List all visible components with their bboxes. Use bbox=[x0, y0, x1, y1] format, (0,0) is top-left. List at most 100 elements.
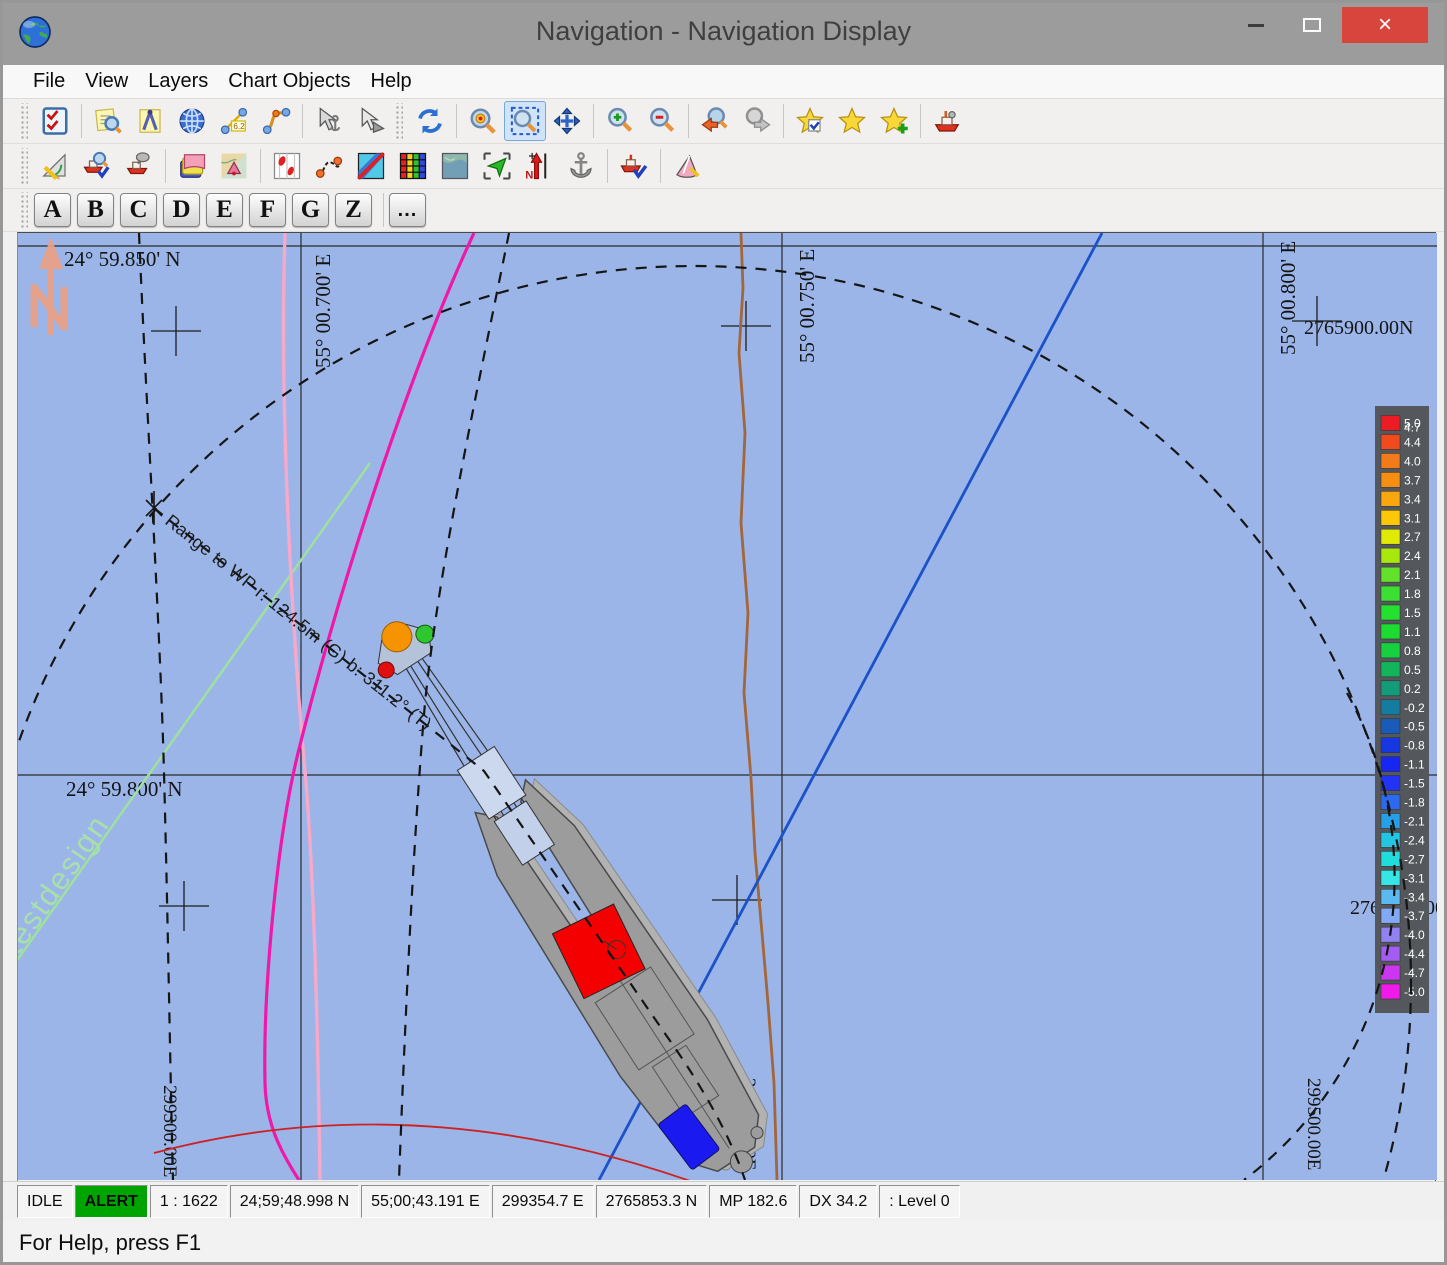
legend-value: -4.4 bbox=[1404, 947, 1425, 961]
track-history-button[interactable] bbox=[308, 146, 350, 186]
legend-value: 2.4 bbox=[1404, 549, 1421, 563]
legend-value: -2.4 bbox=[1404, 833, 1425, 847]
menu-layers[interactable]: Layers bbox=[138, 70, 218, 93]
toolbar-letter-layers: ABCDEFGZ... bbox=[3, 189, 1444, 232]
toolbar-separator bbox=[920, 104, 921, 138]
task-checklist-button[interactable] bbox=[34, 101, 76, 141]
toolbar-grip[interactable] bbox=[19, 148, 28, 184]
window-title: Navigation - Navigation Display bbox=[3, 16, 1444, 47]
vessel-monitor-button[interactable] bbox=[926, 101, 968, 141]
curve-track-button[interactable] bbox=[255, 101, 297, 141]
zoom-out-button[interactable] bbox=[641, 101, 683, 141]
legend-swatch bbox=[1381, 984, 1400, 999]
notes-search-button[interactable] bbox=[87, 101, 129, 141]
find-target-icon bbox=[468, 106, 498, 136]
layer-button-d[interactable]: D bbox=[163, 193, 200, 227]
toolbar-separator bbox=[593, 104, 594, 138]
help-text: For Help, press F1 bbox=[19, 1230, 201, 1256]
legend-value: -3.1 bbox=[1404, 871, 1425, 885]
menu-help[interactable]: Help bbox=[361, 70, 422, 93]
menu-view[interactable]: View bbox=[75, 70, 138, 93]
legend-swatch bbox=[1381, 870, 1400, 885]
layer-button-z[interactable]: Z bbox=[335, 193, 372, 227]
layer-button-b[interactable]: B bbox=[77, 193, 114, 227]
north-arrow-button[interactable]: N bbox=[518, 146, 560, 186]
maximize-button[interactable] bbox=[1292, 7, 1332, 43]
cursor-select-button[interactable] bbox=[350, 101, 392, 141]
lon-label-2: 55° 00.750' E bbox=[795, 249, 819, 363]
minimize-button[interactable] bbox=[1236, 7, 1276, 43]
legend-value: -0.2 bbox=[1404, 701, 1425, 715]
measure-distance-button[interactable]: 6.2 bbox=[213, 101, 255, 141]
legend-swatch bbox=[1381, 757, 1400, 772]
layer-button-g[interactable]: G bbox=[292, 193, 329, 227]
color-matrix-button[interactable] bbox=[392, 146, 434, 186]
dividers-button[interactable] bbox=[129, 101, 171, 141]
next-view-icon bbox=[742, 106, 772, 136]
layer-button-c[interactable]: C bbox=[120, 193, 157, 227]
favorite-check-button[interactable] bbox=[789, 101, 831, 141]
minimize-icon bbox=[1248, 24, 1264, 27]
pan-button[interactable] bbox=[546, 101, 588, 141]
close-button[interactable]: × bbox=[1342, 7, 1428, 43]
legend-value: 3.7 bbox=[1404, 473, 1421, 487]
find-target-button[interactable] bbox=[462, 101, 504, 141]
profile-cone-button[interactable] bbox=[666, 146, 708, 186]
toolbar-grip[interactable] bbox=[19, 192, 28, 228]
survey-vessel-sonar-button[interactable] bbox=[118, 146, 160, 186]
vessel-monitor-icon bbox=[932, 106, 962, 136]
protractor-edit-button[interactable] bbox=[34, 146, 76, 186]
route-points-button[interactable] bbox=[266, 146, 308, 186]
favorite-button[interactable] bbox=[831, 101, 873, 141]
legend-value: -4.7 bbox=[1404, 966, 1425, 980]
chart-area[interactable]: 24° 59.850' N 24° 59.800' N 55° 00.700' … bbox=[17, 232, 1436, 1181]
toolbar-separator bbox=[383, 193, 384, 227]
legend-value: -3.7 bbox=[1404, 909, 1425, 923]
pan-icon bbox=[552, 106, 582, 136]
cursor-anchor-button[interactable] bbox=[308, 101, 350, 141]
bathy-diagonal-button[interactable] bbox=[350, 146, 392, 186]
legend-swatch bbox=[1381, 586, 1400, 601]
legend-value: -2.7 bbox=[1404, 852, 1425, 866]
close-icon: × bbox=[1378, 11, 1392, 39]
status-mode: IDLE bbox=[17, 1185, 73, 1218]
survey-vessel-search-button[interactable] bbox=[76, 146, 118, 186]
north-arrow-icon: N bbox=[524, 151, 554, 181]
toolbar-separator bbox=[302, 104, 303, 138]
legend-swatch bbox=[1381, 908, 1400, 923]
layer-more-button[interactable]: ... bbox=[389, 193, 426, 227]
legend-swatch bbox=[1381, 434, 1400, 449]
menu-chart-objects[interactable]: Chart Objects bbox=[218, 70, 360, 93]
favorite-add-button[interactable] bbox=[873, 101, 915, 141]
layer-button-f[interactable]: F bbox=[249, 193, 286, 227]
layer-button-e[interactable]: E bbox=[206, 193, 243, 227]
legend-value: -1.1 bbox=[1404, 758, 1425, 772]
title-bar[interactable]: Navigation - Navigation Display × bbox=[3, 3, 1444, 65]
anchor-button[interactable] bbox=[560, 146, 602, 186]
previous-view-button[interactable] bbox=[694, 101, 736, 141]
chart-mountain-button[interactable] bbox=[213, 146, 255, 186]
toolbar-grip[interactable] bbox=[394, 103, 403, 139]
next-view-button[interactable] bbox=[736, 101, 778, 141]
legend-value: 0.5 bbox=[1404, 663, 1421, 677]
refresh-button[interactable] bbox=[409, 101, 451, 141]
layers-stack-button[interactable] bbox=[171, 146, 213, 186]
toolbar-separator bbox=[607, 149, 608, 183]
globe-button[interactable] bbox=[171, 101, 213, 141]
zoom-in-button[interactable] bbox=[599, 101, 641, 141]
depth-legend: 5.04.74.44.03.73.43.12.72.42.11.81.51.10… bbox=[1375, 406, 1429, 1013]
legend-value: 3.1 bbox=[1404, 511, 1421, 525]
legend-swatch bbox=[1381, 624, 1400, 639]
legend-value: 0.2 bbox=[1404, 682, 1421, 696]
legend-swatch bbox=[1381, 662, 1400, 677]
layer-button-a[interactable]: A bbox=[34, 193, 71, 227]
bathy-diagonal-icon bbox=[356, 151, 386, 181]
goto-flag-button[interactable] bbox=[476, 146, 518, 186]
zoom-window-button[interactable] bbox=[504, 101, 546, 141]
vessel-check-button[interactable] bbox=[613, 146, 655, 186]
seabed-image-button[interactable] bbox=[434, 146, 476, 186]
legend-value: 3.4 bbox=[1404, 492, 1421, 506]
chart-mountain-icon bbox=[219, 151, 249, 181]
toolbar-grip[interactable] bbox=[19, 103, 28, 139]
menu-file[interactable]: File bbox=[23, 70, 75, 93]
